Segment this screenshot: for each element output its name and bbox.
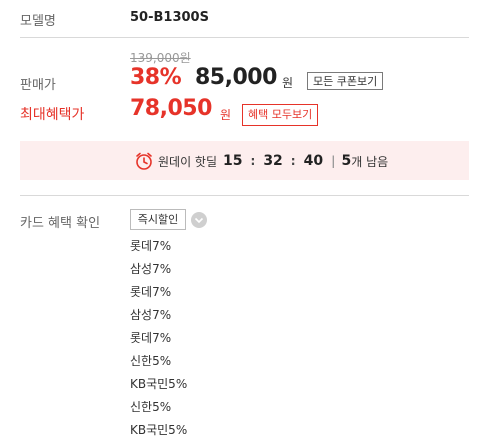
card-benefit-item: 삼성7%	[130, 308, 172, 322]
hot-deal-banner: 원데이 핫딜 15 : 32 : 40 | 5 개 남음	[20, 141, 469, 180]
clock-icon	[134, 151, 154, 171]
sale-price-currency: 원	[282, 76, 294, 90]
max-benefit-currency: 원	[220, 108, 232, 122]
sale-price: 85,000	[195, 65, 277, 90]
original-price: 139,000원	[130, 51, 191, 65]
model-label: 모델명	[20, 14, 56, 29]
timer-seconds: 40	[303, 153, 324, 169]
timer-minutes: 32	[263, 153, 283, 169]
card-benefit-item: 롯데7%	[130, 331, 172, 345]
card-benefit-item: KB국민5%	[130, 377, 188, 391]
divider-middle	[20, 195, 469, 196]
card-benefit-label: 카드 혜택 확인	[20, 216, 101, 231]
coupon-view-button[interactable]: 모든 쿠폰보기	[307, 72, 384, 90]
benefit-view-button[interactable]: 혜택 모두보기	[242, 104, 319, 126]
card-benefit-item: 신한5%	[130, 354, 172, 368]
max-benefit-label: 최대혜택가	[20, 107, 85, 123]
max-benefit-price: 78,050	[130, 96, 212, 121]
remaining-count: 5	[341, 153, 352, 169]
timer-hours: 15	[223, 153, 243, 169]
card-benefit-item: 롯데7%	[130, 239, 172, 253]
model-name: 50-B1300S	[130, 10, 209, 25]
divider-top	[20, 37, 469, 38]
chevron-down-icon[interactable]	[191, 212, 207, 228]
hot-deal-title: 원데이 핫딜	[158, 154, 218, 169]
card-benefit-item: KB국민5%	[130, 423, 188, 437]
sale-price-label: 판매가	[20, 78, 56, 93]
card-benefit-item: 삼성7%	[130, 262, 172, 276]
discount-type-select[interactable]: 즉시할인	[130, 209, 186, 230]
discount-percent: 38%	[130, 65, 182, 90]
card-benefit-item: 롯데7%	[130, 285, 172, 299]
card-benefit-item: 신한5%	[130, 400, 172, 414]
hot-deal-content: 원데이 핫딜 15 : 32 : 40 | 5 개 남음	[134, 150, 388, 172]
remaining-suffix: 개 남음	[351, 154, 389, 169]
